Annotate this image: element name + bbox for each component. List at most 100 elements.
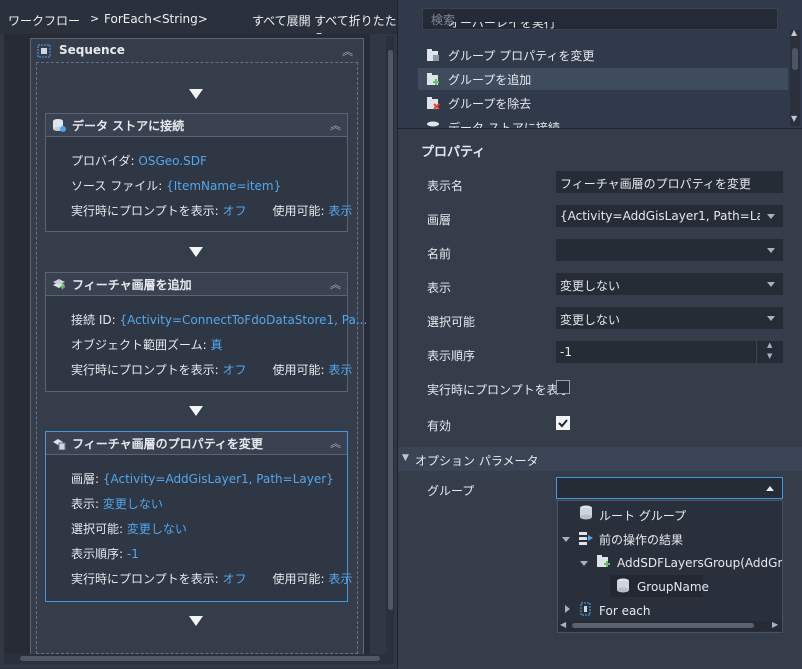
tree-hscrollbar-thumb[interactable] (572, 623, 754, 628)
activity-title: フィーチャ画層のプロパティを変更 (72, 437, 263, 451)
decrement-icon[interactable]: ▼ (767, 352, 772, 360)
tree-item-for-each[interactable]: For each (599, 604, 651, 618)
row-value[interactable]: オフ (223, 363, 247, 377)
flow-arrow-icon (189, 406, 203, 416)
enabled-label: 有効 (427, 419, 452, 433)
operation-results-icon (579, 532, 593, 545)
increment-icon[interactable]: ▲ (767, 341, 772, 349)
scroll-down-icon[interactable]: ▼ (791, 114, 797, 123)
display-name-field[interactable]: フィーチャ画層のプロパティを変更 (556, 171, 783, 193)
draw-order-stepper[interactable]: -1 ▲ ▼ (556, 341, 783, 363)
chevron-up-icon (766, 486, 774, 491)
expand-chevron-icon[interactable] (580, 561, 588, 566)
group-select[interactable] (556, 477, 783, 499)
activity-header: データ ストアに接続 ︽ (46, 114, 347, 137)
toolbox-item[interactable]: オーバーレイを実行 (418, 22, 788, 36)
flow-arrow-icon (189, 247, 203, 257)
layer-label: 画層 (427, 213, 452, 227)
row-value[interactable]: 表示 (328, 204, 352, 218)
sequence-header[interactable]: Sequence ︽ (31, 39, 361, 63)
row-value[interactable]: {Activity=AddGisLayer1, Path=Layer} (103, 472, 334, 486)
row-value[interactable]: -1 (127, 547, 139, 561)
row-label: 使用可能: (272, 363, 325, 377)
display-name-value: フィーチャ画層のプロパティを変更 (560, 177, 751, 191)
add-layer-icon (53, 279, 65, 290)
row-label: 実行時にプロンプトを表示: (71, 363, 219, 377)
row-value[interactable]: 表示 (328, 572, 352, 586)
options-section-header[interactable]: ▼ オプション パラメータ (398, 447, 802, 471)
row-value[interactable]: 表示 (328, 363, 352, 377)
enabled-checkbox[interactable] (556, 416, 570, 430)
database-icon (580, 505, 592, 520)
chevron-down-icon: ▼ (402, 453, 409, 463)
tree-item-previous-results[interactable]: 前の操作の結果 (599, 531, 683, 548)
toolbox-scrollbar-thumb[interactable] (792, 48, 798, 70)
vertical-scrollbar-thumb[interactable] (388, 50, 393, 610)
activity-row: 表示: 変更しない (71, 495, 163, 512)
activity-title: フィーチャ画層を追加 (72, 278, 192, 292)
activity-row: 実行時にプロンプトを表示: オフ 使用可能: 表示 (71, 570, 352, 587)
properties-title: プロパティ (421, 145, 486, 160)
row-label: ソース ファイル: (71, 179, 163, 193)
display-name-label: 表示名 (427, 179, 464, 193)
expand-chevron-icon[interactable] (562, 537, 570, 542)
checkmark-icon (558, 419, 568, 428)
tree-hscrollbar[interactable]: ◀ ▶ (558, 620, 782, 631)
collapse-chevron-icon[interactable]: ︽ (330, 276, 341, 292)
database-icon (427, 121, 439, 127)
scroll-up-icon[interactable]: ▲ (791, 28, 797, 37)
remove-group-icon (427, 97, 440, 110)
breadcrumb-root[interactable]: ワークフロー (8, 12, 80, 29)
add-group-icon (427, 73, 439, 85)
activity-row: 表示順序: -1 (71, 545, 139, 562)
toolbox-item-selected[interactable]: グループを追加 (418, 68, 788, 90)
tree-item-add-layers-group[interactable]: AddSDFLayersGroup(AddGroup (617, 556, 782, 570)
row-value[interactable]: 真 (211, 338, 223, 352)
activity-row: 選択可能: 変更しない (71, 520, 187, 537)
selectable-value: 変更しない (560, 313, 621, 327)
activity-connect-datastore[interactable]: データ ストアに接続 ︽ プロバイダ: OSGeo.SDF ソース ファイル: … (45, 113, 352, 232)
draw-order-label: 表示順序 (427, 349, 476, 363)
expand-all-button[interactable]: すべて展開 (252, 12, 311, 29)
scroll-left-icon[interactable]: ◀ (560, 620, 566, 629)
breadcrumb-separator: > (90, 12, 100, 25)
row-value[interactable]: OSGeo.SDF (138, 154, 206, 168)
collapsed-chevron-icon[interactable] (565, 605, 570, 613)
prompt-at-runtime-checkbox[interactable] (556, 380, 570, 394)
add-group-icon (597, 555, 610, 567)
toolbox-item[interactable]: グループ プロパティを変更 (418, 44, 788, 66)
activity-change-layer-properties[interactable]: フィーチャ画層のプロパティを変更 ︽ 画層: {Activity=AddGisL… (45, 431, 352, 602)
breadcrumb-current[interactable]: ForEach<String> (104, 12, 208, 26)
collapse-chevron-icon[interactable]: ︽ (330, 117, 341, 133)
layer-select[interactable]: {Activity=AddGisLayer1, Path=Layer} (556, 205, 783, 227)
activity-row: プロバイダ: OSGeo.SDF (71, 152, 207, 169)
toolbox-item[interactable]: データ ストアに接続 (418, 116, 788, 128)
row-value[interactable]: オフ (223, 204, 247, 218)
row-value[interactable]: オフ (223, 572, 247, 586)
row-label: 実行時にプロンプトを表示: (71, 572, 219, 586)
row-value[interactable]: {ItemName=item} (166, 179, 281, 193)
chevron-down-icon (767, 316, 775, 321)
tree-item-group-name[interactable]: GroupName (637, 580, 709, 594)
row-value[interactable]: 変更しない (127, 522, 187, 536)
collapse-chevron-icon[interactable]: ︽ (342, 43, 353, 59)
row-value[interactable]: 変更しない (103, 497, 163, 511)
name-select[interactable] (556, 239, 783, 261)
scroll-right-icon[interactable]: ▶ (772, 620, 778, 629)
sequence-icon (37, 44, 51, 58)
toolbox-item[interactable]: グループを除去 (418, 92, 788, 114)
collapse-chevron-icon[interactable]: ︽ (330, 435, 341, 451)
activity-row: 画層: {Activity=AddGisLayer1, Path=Layer} (71, 470, 334, 487)
breadcrumb: ワークフロー > ForEach<String> すべて展開 すべて折りたたみ (0, 0, 397, 45)
row-label: 接続 ID: (71, 313, 116, 327)
layer-value: {Activity=AddGisLayer1, Path=Layer} (560, 209, 760, 223)
row-label: 使用可能: (272, 572, 325, 586)
visible-select[interactable]: 変更しない (556, 273, 783, 295)
row-value[interactable]: {Activity=ConnectToFdoDataStore1, Pa... (119, 313, 367, 327)
toolbox-scrollbar[interactable]: ▲ ▼ (790, 28, 800, 126)
tree-item-root-group[interactable]: ルート グループ (599, 507, 686, 524)
horizontal-scrollbar-thumb[interactable] (20, 656, 380, 661)
row-label: プロバイダ: (71, 154, 135, 168)
activity-add-feature-layer[interactable]: フィーチャ画層を追加 ︽ 接続 ID: {Activity=ConnectToF… (45, 272, 367, 392)
selectable-select[interactable]: 変更しない (556, 307, 783, 329)
